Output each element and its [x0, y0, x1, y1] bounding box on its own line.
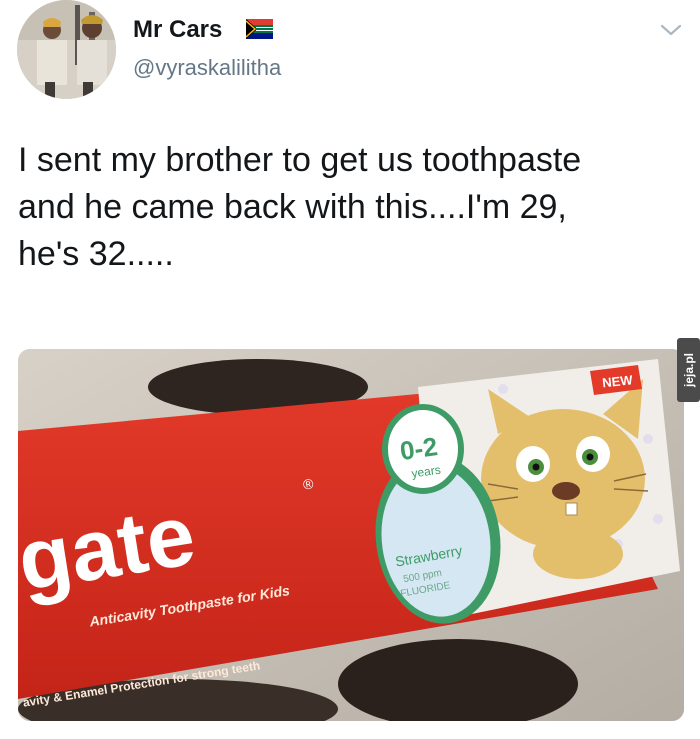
chevron-down-icon[interactable] [660, 22, 682, 38]
site-watermark: jeja.pl [677, 338, 700, 402]
south-africa-flag-icon [246, 19, 273, 39]
profile-avatar[interactable] [17, 0, 116, 99]
display-name[interactable]: Mr Cars [133, 16, 222, 44]
tweet-photo[interactable]: NEW 0-2 years Strawberry 500 ppm FLUORID… [18, 349, 684, 721]
tweet-text-line: I sent my brother to get us toothpaste [18, 141, 582, 179]
tweet-text: I sent my brother to get us toothpaste a… [18, 137, 678, 278]
tweet-text-line: and he came back with this....I'm 29, [18, 188, 567, 226]
watermark-text: jeja.pl [681, 352, 696, 388]
age-range-text: 0-2 [398, 431, 439, 466]
tweet-text-line: he's 32..... [18, 235, 174, 273]
user-handle[interactable]: @vyraskalilitha [133, 55, 281, 81]
